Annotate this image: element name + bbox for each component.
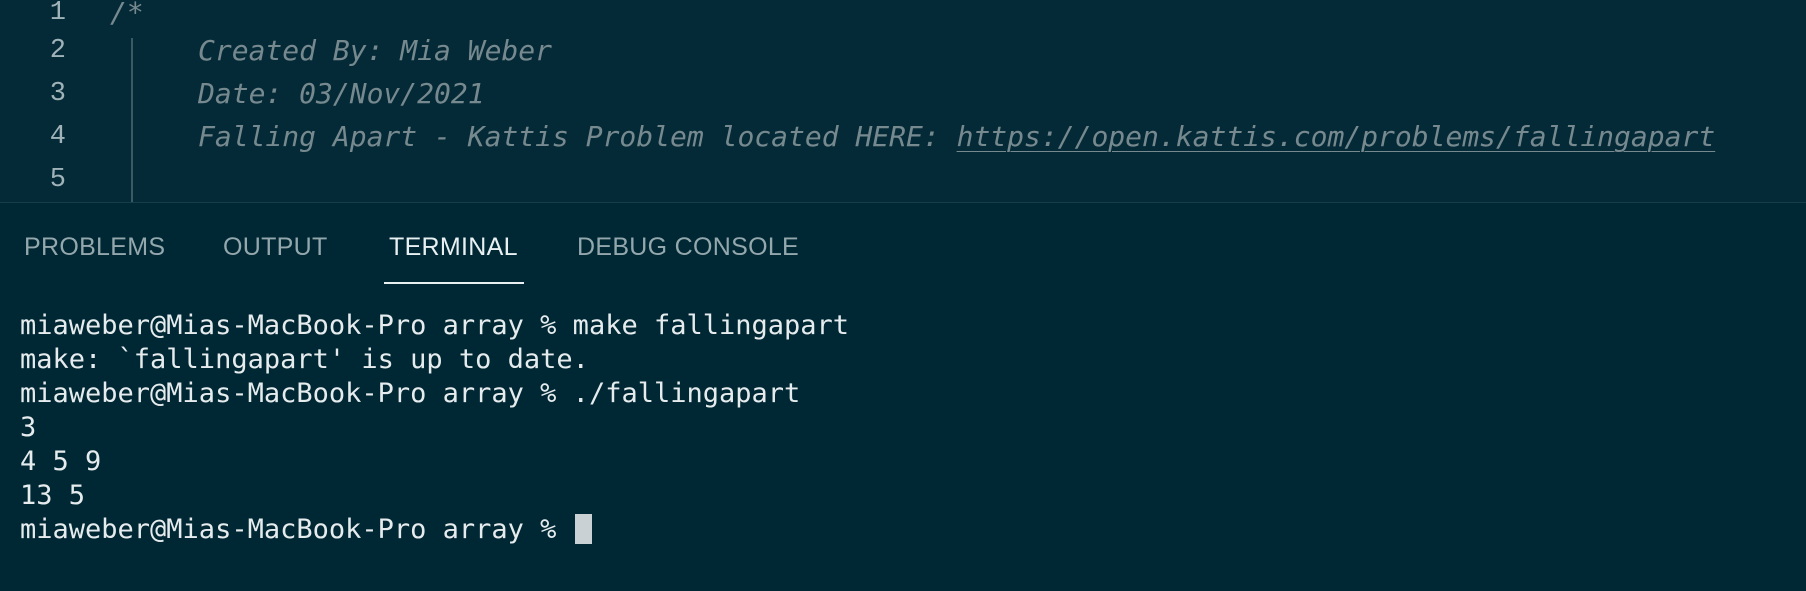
code-text[interactable]: Falling Apart - Kattis Problem located H… xyxy=(198,122,1715,152)
code-line-2[interactable]: 2 Created By: Mia Weber xyxy=(0,36,1806,79)
terminal-prompt-line[interactable]: miaweber@Mias-MacBook-Pro array % xyxy=(20,513,592,547)
terminal-line: miaweber@Mias-MacBook-Pro array % ./fall… xyxy=(20,378,801,409)
terminal-line: 4 5 9 xyxy=(20,446,102,477)
line-number: 3 xyxy=(49,79,66,109)
code-text[interactable]: Date: 03/Nov/2021 xyxy=(198,79,485,109)
code-line-3[interactable]: 3 Date: 03/Nov/2021 xyxy=(0,79,1806,122)
code-line-4[interactable]: 4 Falling Apart - Kattis Problem located… xyxy=(0,122,1806,165)
comment-text: Falling Apart - Kattis Problem located H… xyxy=(198,120,957,153)
terminal-line: 3 xyxy=(20,412,37,443)
terminal-line: miaweber@Mias-MacBook-Pro array % make f… xyxy=(20,310,850,341)
code-text[interactable]: /* xyxy=(110,0,144,28)
line-number: 2 xyxy=(49,36,66,66)
code-editor[interactable]: 1 /* 2 Created By: Mia Weber 3 Date: 03/… xyxy=(0,0,1806,202)
tab-debug-console[interactable]: DEBUG CONSOLE xyxy=(577,233,799,262)
terminal-line: make: `fallingapart' is up to date. xyxy=(20,344,589,375)
code-text[interactable]: Created By: Mia Weber xyxy=(198,36,552,66)
code-line-5[interactable]: 5 xyxy=(0,165,1806,202)
terminal-cursor xyxy=(574,514,592,544)
line-number: 5 xyxy=(49,165,66,195)
bottom-panel: PROBLEMS OUTPUT TERMINAL DEBUG CONSOLE m… xyxy=(0,202,1806,591)
terminal-prompt: miaweber@Mias-MacBook-Pro array % xyxy=(20,514,573,545)
line-number: 4 xyxy=(49,122,66,152)
problem-url-link[interactable]: https://open.kattis.com/problems/falling… xyxy=(957,120,1716,153)
panel-tab-bar: PROBLEMS OUTPUT TERMINAL DEBUG CONSOLE xyxy=(0,203,1806,284)
tab-problems[interactable]: PROBLEMS xyxy=(24,233,165,262)
terminal-line: 13 5 xyxy=(20,480,86,511)
tab-output[interactable]: OUTPUT xyxy=(223,233,328,262)
tab-terminal[interactable]: TERMINAL xyxy=(389,233,518,262)
terminal-output[interactable]: miaweber@Mias-MacBook-Pro array % make f… xyxy=(0,309,1806,591)
active-tab-indicator xyxy=(384,282,524,284)
line-number: 1 xyxy=(49,0,66,28)
